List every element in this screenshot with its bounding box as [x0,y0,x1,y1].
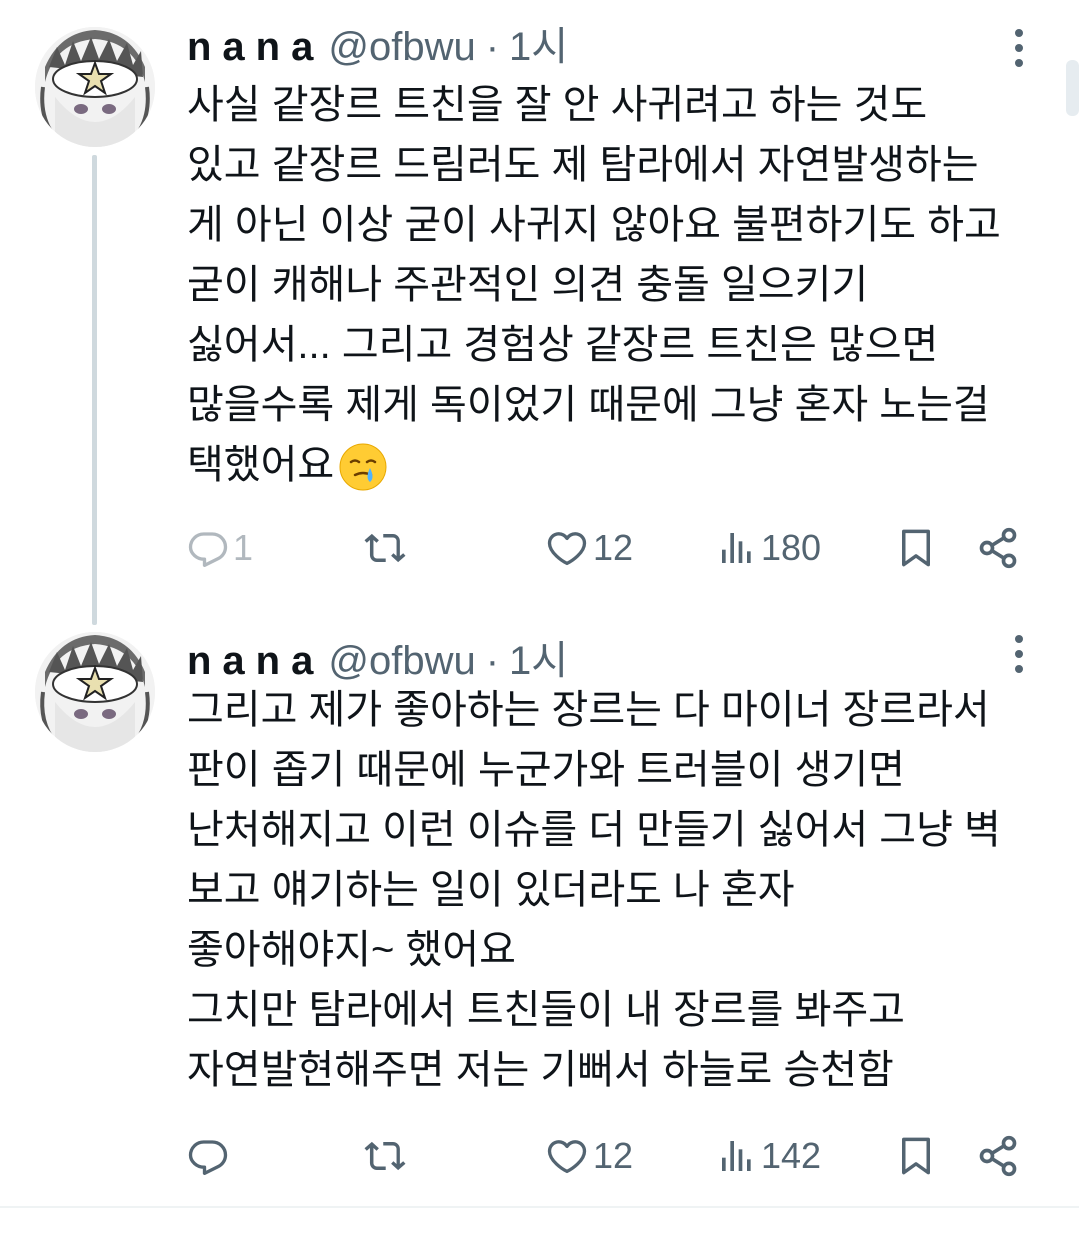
like-button[interactable]: 12 [545,518,633,578]
more-icon [1015,29,1023,67]
tweet-text-line: 싫어서... 그리고 경험상 같장르 트친은 많으면 [187,323,939,367]
display-name[interactable]: nana [187,22,324,72]
tweet[interactable]: nana @ofbwu · 1시 그리고 제가 좋아하는 장르는 다 마이너 장… [0,610,1079,1206]
timestamp[interactable]: 1시 [509,636,568,686]
display-name[interactable]: nana [187,636,324,686]
timestamp[interactable]: 1시 [509,22,568,72]
reply-button[interactable] [187,1126,233,1186]
separator-dot: · [485,639,500,683]
tweet-text-line: 난처해지고 이런 이슈를 더 만들기 싫어서 그냥 벽 [187,808,1001,852]
face-holding-back-tears-icon [339,443,387,491]
tweet-text-line: 보고 얘기하는 일이 있더라도 나 혼자 [187,868,795,912]
bookmark-icon [902,529,930,567]
share-icon [979,1135,1017,1177]
views-button[interactable]: 180 [717,518,821,578]
user-handle[interactable]: @ofbwu [328,636,475,686]
view-count: 180 [761,527,822,568]
tweet-text-line: 사실 같장르 트친을 잘 안 사귀려고 하는 것도 [187,83,928,127]
tweet-text: 사실 같장르 트친을 잘 안 사귀려고 하는 것도 있고 같장르 드림러도 제 … [187,75,1067,495]
like-button[interactable]: 12 [545,1126,633,1186]
tweet-header: nana @ofbwu · 1시 [187,22,568,72]
more-options-button[interactable] [1004,26,1034,70]
separator-dot: · [485,25,500,69]
tweet-text-line: 그치만 탐라에서 트친들이 내 장르를 봐주고 [187,988,905,1032]
view-count: 142 [761,1135,822,1176]
more-icon [1015,635,1023,673]
like-count: 12 [593,527,634,568]
avatar-image [35,27,155,147]
more-options-button[interactable] [1004,632,1034,676]
views-icon [722,533,751,563]
tweet-text-line: 자연발현해주면 저는 기뻐서 하늘로 승천함 [187,1048,894,1092]
views-icon [722,1141,751,1171]
reply-icon [188,532,228,567]
share-icon [979,527,1017,569]
tweet-actions: 1 12 180 [0,518,1079,578]
tweet-text-line-last: 택했어요 [187,435,1067,495]
like-icon [547,532,587,566]
tweet-text-line: 좋아해야지~ 했어요 [187,928,516,972]
scrollbar-thumb[interactable] [1066,60,1079,116]
tweet-text: 그리고 제가 좋아하는 장르는 다 마이너 장르라서 판이 좁기 때문에 누군가… [187,680,1067,1100]
bookmark-button[interactable] [895,518,937,578]
like-icon [547,1140,587,1174]
tweet-text-line: 굳이 캐해나 주관적인 의견 충돌 일으키기 [187,263,869,307]
reply-count: 1 [233,527,254,568]
avatar-image [35,632,155,752]
like-count: 12 [593,1135,634,1176]
tweet-text-line: 있고 같장르 드림러도 제 탐라에서 자연발생하는 [187,143,979,187]
retweet-button[interactable] [363,518,411,578]
retweet-button[interactable] [363,1126,411,1186]
tweet-divider [0,1206,1079,1208]
avatar[interactable] [35,632,155,752]
tweet-actions: 12 142 [0,1126,1079,1186]
share-button[interactable] [976,1126,1020,1186]
tweet-text-line: 그리고 제가 좋아하는 장르는 다 마이너 장르라서 [187,688,990,732]
user-handle[interactable]: @ofbwu [328,22,475,72]
tweet-header: nana @ofbwu · 1시 [187,636,568,686]
bookmark-button[interactable] [895,1126,937,1186]
views-button[interactable]: 142 [717,1126,821,1186]
retweet-icon [364,1141,406,1171]
share-button[interactable] [976,518,1020,578]
reply-icon [188,1140,228,1175]
tweet-text-last: 택했어요 [187,443,335,487]
reply-button[interactable]: 1 [187,518,253,578]
avatar[interactable] [35,27,155,147]
tweet-text-line: 많을수록 제게 독이었기 때문에 그냥 혼자 노는걸 [187,383,990,427]
bookmark-icon [902,1137,930,1175]
retweet-icon [364,533,406,563]
tweet-text-line: 게 아닌 이상 굳이 사귀지 않아요 불편하기도 하고 [187,203,1001,247]
tweet-text-line: 판이 좁기 때문에 누군가와 트러블이 생기면 [187,748,905,792]
tweet[interactable]: nana @ofbwu · 1시 사실 같장르 트친을 잘 안 사귀려고 하는 … [0,0,1079,625]
